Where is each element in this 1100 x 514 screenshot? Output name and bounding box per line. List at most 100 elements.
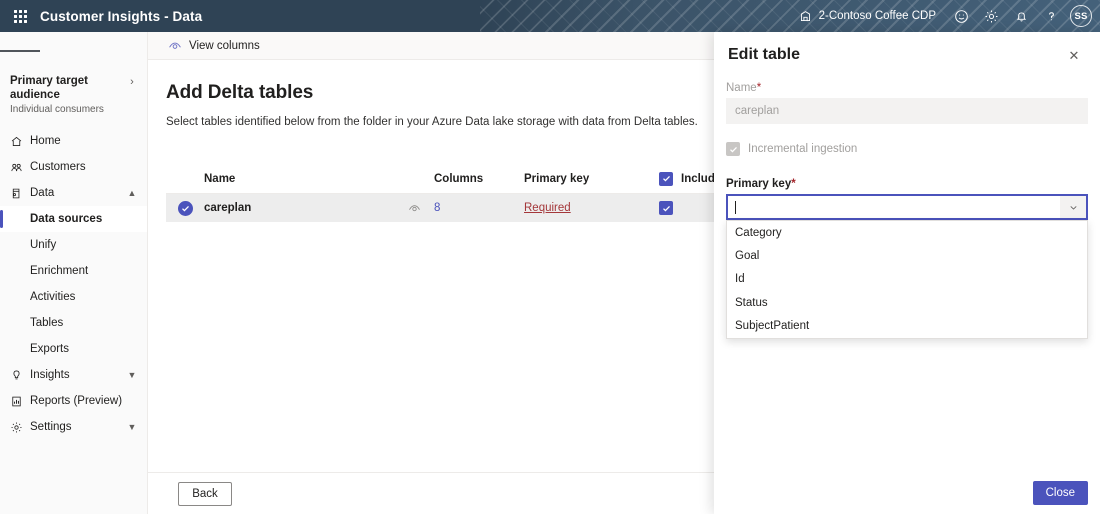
hamburger-icon-line — [13, 50, 27, 52]
back-button[interactable]: Back — [178, 481, 232, 506]
sidebar-item-tables[interactable]: Tables — [0, 310, 147, 336]
question-mark-icon — [1044, 9, 1059, 24]
sidebar-item-label: Enrichment — [30, 265, 89, 277]
row-name: careplan — [204, 202, 252, 214]
name-field-label: Name* — [726, 82, 1088, 94]
panel-body: Name* careplan Incremental ingestion Pri… — [714, 68, 1100, 339]
sidebar-toggle-button[interactable] — [0, 34, 40, 68]
notifications-button[interactable] — [1006, 0, 1036, 32]
column-header-columns[interactable]: Columns — [434, 173, 524, 185]
waffle-grid-icon — [13, 9, 27, 23]
feedback-button[interactable] — [946, 0, 976, 32]
view-columns-label: View columns — [189, 39, 260, 52]
sidebar-nav: Home Customers Data ▲ Data sources Unify… — [0, 128, 147, 440]
lightbulb-icon — [10, 369, 30, 382]
smiley-feedback-icon — [954, 9, 969, 24]
audience-subtitle: Individual consumers — [10, 104, 104, 115]
dropdown-option[interactable]: Status — [727, 291, 1087, 314]
sidebar-item-insights[interactable]: Insights ▼ — [0, 362, 147, 388]
app-title: Customer Insights - Data — [40, 8, 203, 24]
dropdown-option[interactable]: Category — [727, 221, 1087, 244]
column-header-name[interactable]: Name — [204, 173, 394, 185]
top-header: Customer Insights - Data 2-Contoso Coffe… — [0, 0, 1100, 32]
primary-target-audience[interactable]: Primary target audience Individual consu… — [0, 68, 147, 124]
sidebar-item-customers[interactable]: Customers — [0, 154, 147, 180]
sidebar-item-label: Data — [30, 187, 55, 199]
audience-text: Primary target audience Individual consu… — [10, 74, 127, 116]
row-preview-button[interactable] — [394, 202, 434, 215]
include-select-all-checkbox[interactable] — [659, 171, 673, 186]
primary-key-label: Primary key* — [726, 178, 1088, 190]
dropdown-option[interactable]: SubjectPatient — [727, 315, 1087, 338]
bell-icon — [1014, 9, 1029, 24]
sidebar-item-label: Exports — [30, 343, 69, 355]
incremental-ingestion-checkbox — [726, 142, 740, 156]
incremental-ingestion-label: Incremental ingestion — [748, 143, 858, 155]
sidebar-item-home[interactable]: Home — [0, 128, 147, 154]
row-columns-link[interactable]: 8 — [434, 202, 440, 214]
sidebar-item-label: Home — [30, 135, 61, 147]
sidebar-item-label: Unify — [30, 239, 57, 251]
primary-key-field: Primary key* Category Goal Id Status Sub… — [726, 178, 1088, 339]
sidebar-item-label: Insights — [30, 369, 70, 381]
primary-key-dropdown: Category Goal Id Status SubjectPatient — [726, 220, 1088, 339]
close-button[interactable]: Close — [1032, 481, 1088, 505]
required-marker: * — [756, 82, 762, 94]
eye-icon — [168, 39, 182, 53]
primary-key-input[interactable] — [728, 196, 1060, 218]
help-button[interactable] — [1036, 0, 1066, 32]
sidebar-item-exports[interactable]: Exports — [0, 336, 147, 362]
avatar[interactable]: SS — [1070, 5, 1092, 27]
environment-name: 2-Contoso Coffee CDP — [818, 10, 936, 22]
row-primary-key-required-link[interactable]: Required — [524, 202, 571, 214]
panel-footer: Close — [714, 472, 1100, 514]
sidebar-item-label: Customers — [30, 161, 86, 173]
dropdown-option[interactable]: Id — [727, 268, 1087, 291]
sidebar: Primary target audience Individual consu… — [0, 32, 148, 514]
sidebar-item-data[interactable]: Data ▲ — [0, 180, 147, 206]
sidebar-item-label: Tables — [30, 317, 64, 329]
sidebar-item-label: Activities — [30, 291, 76, 303]
row-select-cell[interactable] — [166, 200, 204, 216]
column-header-primary-key[interactable]: Primary key — [524, 173, 659, 185]
chevron-up-icon: ▲ — [127, 188, 137, 198]
hamburger-icon-line — [26, 50, 40, 52]
edit-table-panel: Edit table ✕ Name* careplan Incremental … — [714, 32, 1100, 514]
sidebar-item-data-sources[interactable]: Data sources — [0, 206, 147, 232]
chevron-down-icon[interactable] — [1060, 196, 1086, 218]
dropdown-option[interactable]: Goal — [727, 244, 1087, 267]
sidebar-item-reports[interactable]: Reports (Preview) — [0, 388, 147, 414]
panel-title: Edit table — [728, 46, 801, 63]
sidebar-item-label: Data sources — [30, 213, 103, 225]
close-icon[interactable]: ✕ — [1062, 44, 1086, 68]
panel-header: Edit table ✕ — [714, 32, 1100, 68]
home-icon — [10, 135, 30, 148]
primary-key-combobox[interactable] — [726, 194, 1088, 220]
audience-title: Primary target audience — [10, 75, 88, 101]
eye-icon — [408, 202, 421, 215]
sidebar-item-unify[interactable]: Unify — [0, 232, 147, 258]
row-primary-key-cell: Required — [524, 202, 659, 214]
environment-switcher[interactable]: 2-Contoso Coffee CDP — [799, 10, 936, 23]
app-launcher-button[interactable] — [0, 0, 40, 32]
customers-icon — [10, 161, 30, 174]
gear-icon — [984, 9, 999, 24]
org-icon — [799, 10, 812, 23]
chevron-down-icon: ▼ — [127, 370, 137, 380]
row-include-checkbox[interactable] — [659, 201, 673, 215]
primary-key-combobox-wrapper: Category Goal Id Status SubjectPatient — [726, 194, 1088, 339]
sidebar-item-label: Reports (Preview) — [30, 395, 123, 407]
name-label-text: Name — [726, 82, 757, 94]
app-root: Customer Insights - Data 2-Contoso Coffe… — [0, 0, 1100, 514]
sidebar-item-label: Settings — [30, 421, 72, 433]
text-caret — [735, 200, 736, 214]
sidebar-item-settings[interactable]: Settings ▼ — [0, 414, 147, 440]
settings-button[interactable] — [976, 0, 1006, 32]
incremental-ingestion-row: Incremental ingestion — [726, 142, 1088, 156]
hamburger-icon-line — [0, 50, 14, 52]
view-columns-button[interactable]: View columns — [162, 33, 266, 59]
sidebar-item-enrichment[interactable]: Enrichment — [0, 258, 147, 284]
required-marker: * — [791, 178, 796, 190]
sidebar-item-activities[interactable]: Activities — [0, 284, 147, 310]
name-input: careplan — [726, 98, 1088, 124]
